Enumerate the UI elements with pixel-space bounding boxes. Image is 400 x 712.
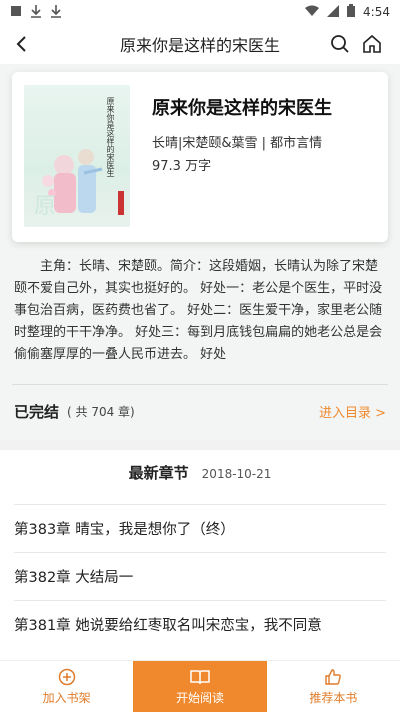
book-intro[interactable]: 主角：长晴、宋楚颐。简介：这段婚姻，长晴认为除了宋楚颐不爱自己外，其实也挺好的。… [14,256,386,366]
home-icon[interactable] [358,30,386,58]
latest-update-date: 2018-10-21 [201,467,272,481]
book-card: 原来你是这样的宋医生 原 原来你是这样的宋医生 长晴|宋楚颐&葉雪 | 都市言情… [12,72,388,242]
status-bar: 4:54 [0,0,400,24]
latest-chapters-title: 最新章节 [128,464,189,482]
completion-row: 已完结 ( 共 704 章) 进入目录 > [14,396,386,426]
open-book-icon [189,667,211,687]
thumbs-up-icon [324,667,342,687]
svg-text:原: 原 [34,194,56,219]
add-to-shelf-label: 加入书架 [42,691,91,705]
latest-chapters-header: 最新章节 2018-10-21 [0,462,400,483]
back-arrow-icon[interactable] [8,30,36,58]
wifi-icon [305,5,320,20]
book-title: 原来你是这样的宋医生 [152,98,332,119]
section-separator [0,440,400,450]
recommend-book-button[interactable]: 推荐本书 [267,661,400,712]
book-cover[interactable]: 原来你是这样的宋医生 原 [24,85,130,227]
bottom-action-bar: 加入书架 开始阅读 推荐本书 [0,660,400,712]
signal-icon [327,4,340,20]
add-to-shelf-button[interactable]: 加入书架 [0,661,133,712]
enter-catalog-link[interactable]: 进入目录 > [319,402,386,421]
page-title: 原来你是这样的宋医生 [119,36,280,55]
recommend-book-label: 推荐本书 [309,691,358,705]
chapter-count: ( 共 704 章) [67,404,135,419]
publisher-mark [118,191,124,215]
download-icon [50,4,62,21]
chapter-item[interactable]: 第383章 晴宝，我是想你了（终） [14,504,386,552]
start-reading-label: 开始阅读 [175,691,224,705]
completion-status: 已完结 [14,402,60,421]
download-icon [30,4,42,21]
notification-square-icon [10,5,22,20]
book-author-category: 长晴|宋楚颐&葉雪 | 都市言情 [152,136,323,151]
nav-bar: 原来你是这样的宋医生 [0,24,400,64]
book-word-count: 97.3 万字 [152,159,212,174]
plus-circle-icon [58,667,76,687]
start-reading-button[interactable]: 开始阅读 [133,661,267,712]
divider [12,384,388,385]
chapter-item[interactable]: 第381章 她说要给红枣取名叫宋恋宝，我不同意 [14,600,386,648]
search-icon[interactable] [326,30,354,58]
status-time: 4:54 [363,5,390,19]
battery-icon [347,4,356,20]
chapter-item[interactable]: 第382章 大结局一 [14,552,386,600]
